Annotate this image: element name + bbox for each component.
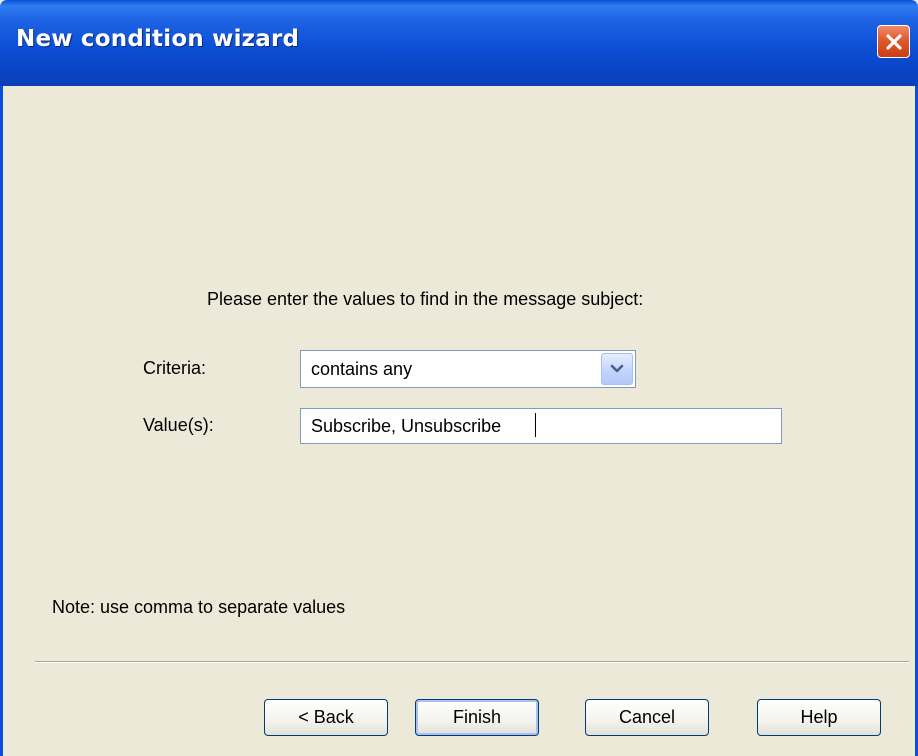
finish-button[interactable]: Finish xyxy=(415,699,539,736)
criteria-value: contains any xyxy=(311,359,413,379)
wizard-window: New condition wizard Please enter the va… xyxy=(0,0,918,756)
criteria-label: Criteria: xyxy=(143,358,207,378)
criteria-dropdown-button[interactable] xyxy=(601,353,633,385)
cancel-button[interactable]: Cancel xyxy=(585,699,709,736)
text-caret xyxy=(535,413,536,437)
values-input[interactable] xyxy=(300,408,782,444)
separator xyxy=(35,661,909,663)
instruction-text: Please enter the values to find in the m… xyxy=(207,289,644,309)
window-title: New condition wizard xyxy=(16,26,300,52)
chevron-down-icon xyxy=(610,364,624,373)
values-label: Value(s): xyxy=(143,415,214,435)
back-button[interactable]: < Back xyxy=(264,699,388,736)
help-button[interactable]: Help xyxy=(757,699,881,736)
criteria-dropdown[interactable]: contains any xyxy=(300,350,636,388)
close-button[interactable] xyxy=(877,25,910,58)
note-text: Note: use comma to separate values xyxy=(52,597,346,617)
title-bar[interactable]: New condition wizard xyxy=(0,0,918,86)
close-icon xyxy=(885,33,902,50)
